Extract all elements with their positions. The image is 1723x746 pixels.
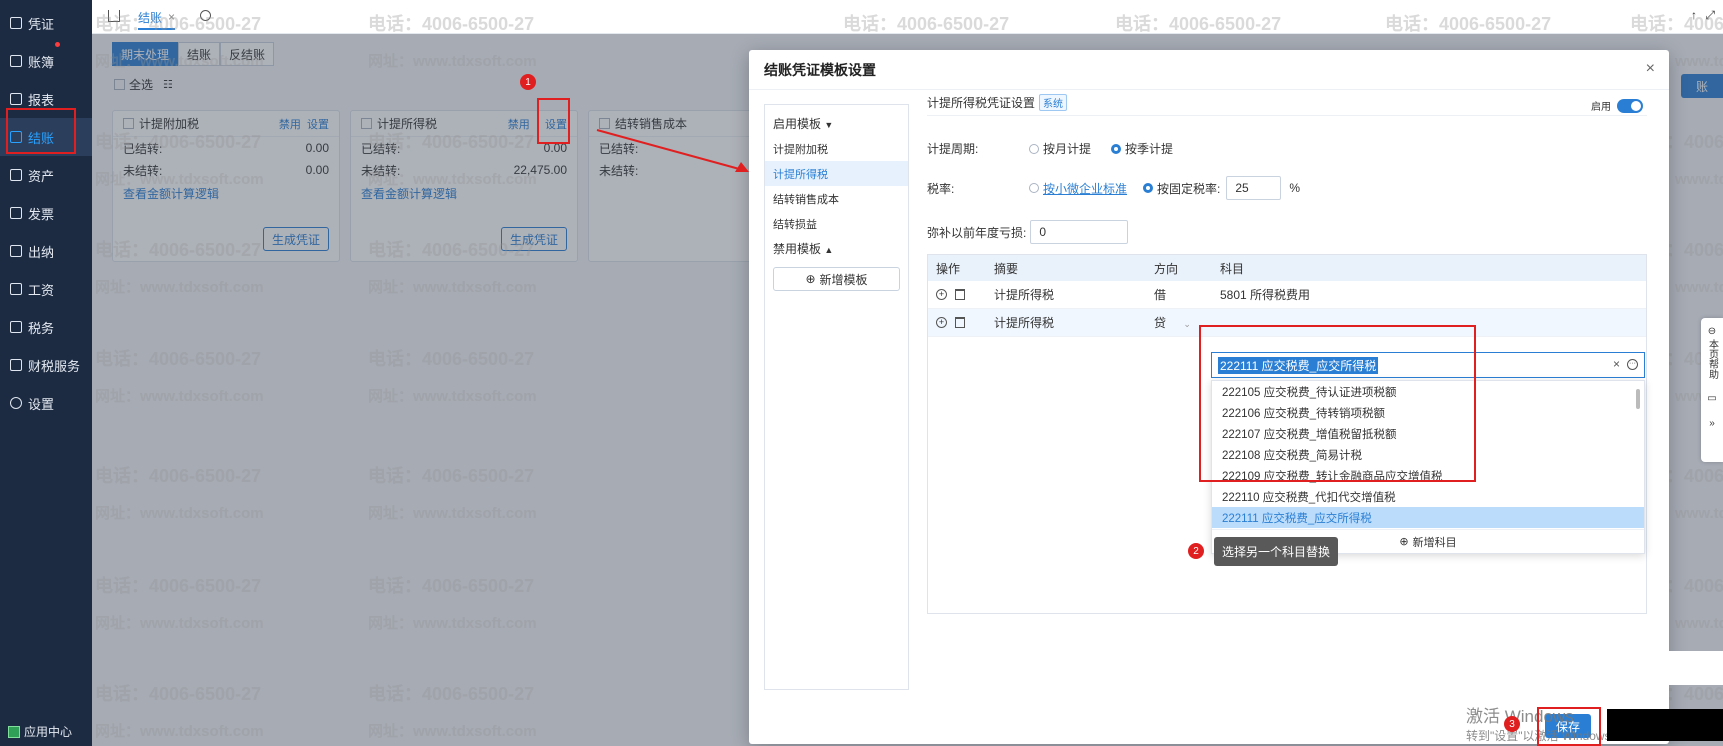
- settings-icon: [10, 397, 22, 409]
- account-cell[interactable]: 5801 所得税费用: [1210, 286, 1646, 303]
- sidebar-item-finance-service[interactable]: 财税服务: [0, 346, 92, 384]
- cashier-icon: [10, 245, 22, 257]
- radio-monthly[interactable]: [1029, 143, 1039, 154]
- radio-fixed-rate[interactable]: [1143, 183, 1154, 193]
- more-icon[interactable]: ···: [1627, 359, 1638, 370]
- annotation-box-sidebar: [6, 108, 76, 154]
- rate-row: 税率: 按小微企业标准 按固定税率: 25 %: [927, 176, 1300, 200]
- trash-icon[interactable]: [955, 317, 965, 328]
- sidebar-item-settings[interactable]: 设置: [0, 384, 92, 422]
- loss-input[interactable]: 0: [1030, 220, 1129, 244]
- annotation-box-dropdown: [1199, 325, 1476, 482]
- system-badge: 系统: [1039, 94, 1068, 111]
- arrow-up-icon[interactable]: ↑: [1691, 8, 1697, 22]
- voucher-icon: [10, 17, 22, 29]
- close-icon[interactable]: ×: [1646, 60, 1655, 78]
- add-row-icon[interactable]: +: [936, 317, 947, 328]
- top-tab-bar: 结账 × ↑ ⤢: [92, 0, 1723, 34]
- annotation-box-settings: [537, 98, 570, 144]
- payroll-icon: [10, 283, 22, 295]
- add-template-button[interactable]: ⊕ 新增模板: [773, 267, 900, 291]
- blank-area: [1666, 651, 1723, 685]
- radio-quarterly[interactable]: [1111, 143, 1122, 154]
- summary-cell[interactable]: 计提所得税: [984, 314, 1146, 331]
- tax-icon: [10, 321, 22, 333]
- radio-small-enterprise[interactable]: [1029, 183, 1039, 193]
- trash-icon[interactable]: [955, 289, 965, 300]
- sidebar-item-ledger[interactable]: 账簿: [0, 42, 92, 80]
- annotation-box-save: [1537, 707, 1601, 746]
- annotation-step-3: 3: [1504, 716, 1520, 732]
- finance-service-icon: [10, 359, 22, 371]
- sidebar-item-tax[interactable]: 税务: [0, 308, 92, 346]
- notification-dot: [55, 42, 60, 47]
- dropdown-option-selected[interactable]: 222111 应交税费_应交所得税: [1212, 507, 1644, 528]
- toggle-switch[interactable]: [1617, 98, 1643, 113]
- rate-input[interactable]: 25: [1226, 176, 1282, 200]
- annotation-arrow: [596, 129, 749, 172]
- sidebar-item-invoice[interactable]: 发票: [0, 194, 92, 232]
- report-icon: [10, 93, 22, 105]
- plus-circle-icon: ⊕: [805, 272, 816, 286]
- help-button[interactable]: 本页帮助: [1705, 339, 1720, 379]
- clear-icon[interactable]: ×: [1613, 357, 1620, 371]
- chat-icon[interactable]: ▭: [1701, 393, 1723, 404]
- small-enterprise-link[interactable]: 按小微企业标准: [1043, 180, 1127, 197]
- loss-row: 弥补以前年度亏损: 0: [927, 220, 1129, 244]
- close-icon[interactable]: ×: [168, 10, 175, 24]
- period-row: 计提周期: 按月计提 按季计提: [927, 142, 1174, 156]
- dropdown-scrollbar[interactable]: [1636, 389, 1640, 409]
- collapse-icon[interactable]: »: [1701, 418, 1723, 429]
- enabled-templates-header[interactable]: 启用模板 ▼: [765, 105, 908, 136]
- help-icon[interactable]: ⊖: [1701, 326, 1723, 337]
- direction-cell[interactable]: 借: [1146, 286, 1210, 303]
- invoice-icon: [10, 207, 22, 219]
- annotation-step-1: 1: [520, 74, 536, 90]
- ledger-icon: [10, 55, 22, 67]
- plus-circle-icon: ⊕: [1399, 536, 1409, 548]
- tab-closing[interactable]: 结账 ×: [138, 6, 176, 30]
- summary-cell[interactable]: 计提所得税: [984, 286, 1146, 303]
- assets-icon: [10, 169, 22, 181]
- template-item-profit-loss[interactable]: 结转损益: [765, 211, 908, 236]
- annotation-tooltip: 选择另一个科目替换: [1214, 537, 1339, 566]
- table-header: 操作 摘要 方向 科目: [928, 255, 1646, 281]
- disabled-templates-header[interactable]: 禁用模板 ▲: [765, 236, 908, 261]
- app-center[interactable]: 应用中心: [8, 723, 72, 740]
- detail-subtitle: 计提所得税凭证设置: [927, 96, 1036, 110]
- template-item-sales-cost[interactable]: 结转销售成本: [765, 186, 908, 211]
- add-row-icon[interactable]: +: [936, 289, 947, 300]
- sidebar-item-assets[interactable]: 资产: [0, 156, 92, 194]
- home-icon[interactable]: [108, 10, 120, 22]
- template-list-panel: 启用模板 ▼ 计提附加税 计提所得税 结转销售成本 结转损益 禁用模板 ▲ ⊕ 新…: [764, 104, 909, 690]
- annotation-step-2: 2: [1188, 543, 1204, 559]
- template-item-surcharge[interactable]: 计提附加税: [765, 136, 908, 161]
- template-item-income-tax[interactable]: 计提所得税: [765, 161, 908, 186]
- app-center-icon: [8, 725, 20, 738]
- table-row: + 计提所得税 借 5801 所得税费用: [928, 281, 1646, 309]
- caret-down-icon: ▼: [824, 120, 834, 130]
- redacted-area: [1607, 709, 1723, 741]
- chevron-down-icon: ⌄: [1183, 319, 1191, 329]
- enable-toggle[interactable]: 启用: [1591, 98, 1643, 113]
- sidebar-item-payroll[interactable]: 工资: [0, 270, 92, 308]
- sidebar-item-voucher[interactable]: 凭证: [0, 4, 92, 42]
- tab-menu-icon[interactable]: [200, 10, 211, 21]
- caret-up-icon: ▲: [824, 245, 834, 255]
- sidebar-item-cashier[interactable]: 出纳: [0, 232, 92, 270]
- dialog-title: 结账凭证模板设置: [764, 61, 876, 78]
- dropdown-option[interactable]: 222110 应交税费_代扣代交增值税: [1212, 486, 1644, 507]
- sidebar: 凭证 账簿 报表 结账 资产 发票 出纳 工资 税务 财税服务 设置 应用中心: [0, 0, 92, 746]
- right-dock: ⊖ 本页帮助 ▭ »: [1701, 318, 1723, 462]
- expand-icon[interactable]: ⤢: [1705, 8, 1715, 23]
